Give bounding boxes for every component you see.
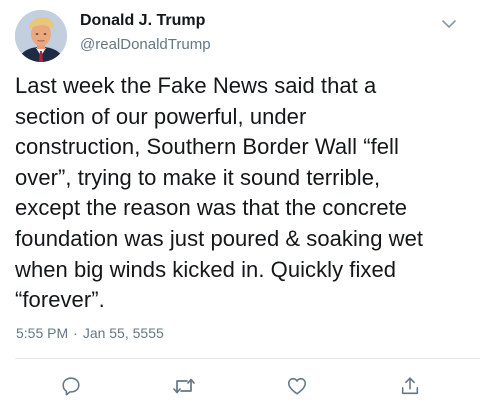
timestamp-separator: · bbox=[73, 325, 78, 341]
tweet-timestamp[interactable]: 5:55 PM · Jan 55, 5555 bbox=[16, 325, 164, 341]
like-button[interactable] bbox=[283, 372, 311, 400]
share-button[interactable] bbox=[396, 372, 424, 400]
divider bbox=[15, 358, 480, 359]
tweet-text: Last week the Fake News said that a sect… bbox=[15, 73, 424, 313]
avatar[interactable] bbox=[15, 10, 67, 62]
chevron-down-icon bbox=[442, 20, 456, 28]
user-handle[interactable]: @realDonaldTrump bbox=[80, 36, 211, 53]
heart-icon bbox=[287, 377, 307, 395]
more-options-button[interactable] bbox=[437, 14, 461, 34]
tweet-time: 5:55 PM bbox=[16, 325, 69, 341]
share-icon bbox=[401, 377, 419, 395]
display-name[interactable]: Donald J. Trump bbox=[80, 12, 205, 30]
tweet-card: Donald J. Trump @realDonaldTrump Last we… bbox=[0, 0, 480, 410]
tweet-date: Jan 55, 5555 bbox=[82, 325, 164, 341]
profile-photo-icon bbox=[15, 10, 67, 62]
speech-bubble-icon bbox=[62, 377, 80, 396]
retweet-button[interactable] bbox=[170, 372, 198, 400]
reply-button[interactable] bbox=[57, 372, 85, 400]
retweet-arrows-icon bbox=[173, 378, 195, 394]
